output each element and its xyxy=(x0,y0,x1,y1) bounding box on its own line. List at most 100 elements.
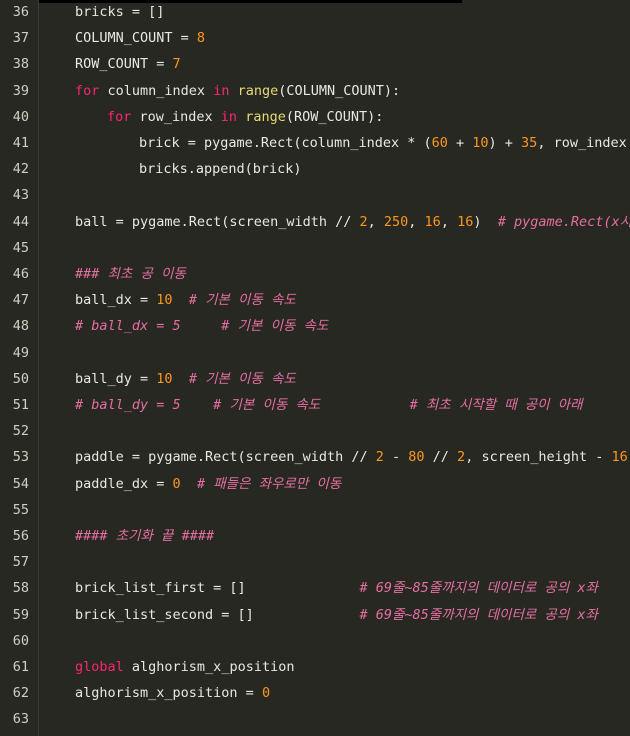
code-token: brick = pygame.Rect(column_index * ( xyxy=(139,135,432,151)
comment-token: # ball_dy = 5 # 기본 이동 속도 # 최초 시작할 때 공이 아… xyxy=(75,397,583,413)
builtin-token: range xyxy=(245,108,286,125)
code-text[interactable]: #### 초기화 끝 #### xyxy=(75,523,214,549)
code-text[interactable]: for row_index in range(ROW_COUNT): xyxy=(107,104,383,130)
code-token: ball_dy = xyxy=(75,370,157,387)
line-number: 60 xyxy=(12,632,29,649)
code-token: ball = pygame.Rect(screen_width // xyxy=(75,213,360,230)
code-text[interactable]: brick_list_first = [] # 69줄~85줄까지의 데이터로 … xyxy=(75,575,598,601)
code-token: brick_list_second = [] xyxy=(75,606,360,623)
code-text[interactable]: brick = pygame.Rect(column_index * (60 +… xyxy=(139,130,630,156)
number-token: 80 xyxy=(408,449,425,466)
code-line[interactable]: 57 xyxy=(0,549,630,575)
code-text[interactable]: ### 최초 공 이동 xyxy=(75,261,186,287)
code-token: , xyxy=(408,213,425,230)
comment-token: # 패들은 좌우로만 이동 xyxy=(196,475,342,492)
comment-token: ### 최초 공 이동 xyxy=(75,266,186,282)
code-line[interactable]: 39 for column_index in range(COLUMN_COUNT… xyxy=(0,78,630,104)
code-line[interactable]: 41 brick = pygame.Rect(column_index * (60… xyxy=(0,130,630,156)
code-text[interactable]: # ball_dx = 5 # 기본 이동 속도 xyxy=(75,313,328,339)
code-line[interactable]: 47 ball_dx = 10 # 기본 이동 속도 xyxy=(0,287,630,313)
comment-token: # ball_dx = 5 # 기본 이동 속도 xyxy=(75,318,329,335)
number-token: 10 xyxy=(472,135,489,151)
keyword-token: for xyxy=(107,108,132,125)
code-line[interactable]: 44 ball = pygame.Rect(screen_width // 2, … xyxy=(0,209,630,235)
line-number: 39 xyxy=(12,82,29,99)
line-number: 51 xyxy=(12,397,29,413)
code-line[interactable]: 38 ROW_COUNT = 7 xyxy=(0,51,630,77)
code-text[interactable]: paddle = pygame.Rect(screen_width // 2 -… xyxy=(75,444,630,470)
number-token: 35 xyxy=(521,135,538,151)
line-number: 61 xyxy=(12,659,29,675)
code-token: ball_dx = xyxy=(75,292,157,309)
line-number: 53 xyxy=(12,449,29,466)
code-line[interactable]: 46 ### 최초 공 이동 xyxy=(0,261,630,287)
code-line[interactable]: 52 xyxy=(0,418,630,444)
comment-token: # pygame.Rect(x시 xyxy=(497,213,630,230)
code-text[interactable]: alghorism_x_position = 0 xyxy=(75,680,270,706)
code-line[interactable]: 58 brick_list_first = [] # 69줄~85줄까지의 데이터… xyxy=(0,575,630,601)
code-text[interactable]: COLUMN_COUNT = 8 xyxy=(75,25,205,51)
code-line[interactable]: 36 bricks = [] xyxy=(0,0,630,25)
code-token: brick_list_first = [] xyxy=(75,580,360,597)
code-text[interactable]: brick_list_second = [] # 69줄~85줄까지의 데이터로… xyxy=(75,602,598,628)
code-token: , xyxy=(367,213,384,230)
comment-token: # 기본 이동 속도 xyxy=(188,292,296,309)
code-text[interactable]: global alghorism_x_position xyxy=(75,654,294,680)
code-token: ) xyxy=(473,213,498,230)
code-line[interactable]: 40 for row_index in range(ROW_COUNT): xyxy=(0,104,630,130)
code-line[interactable]: 49 xyxy=(0,340,630,366)
code-token: column_index xyxy=(99,82,214,99)
code-token: alghorism_x_position xyxy=(123,659,295,675)
code-line[interactable]: 50 ball_dy = 10 # 기본 이동 속도 xyxy=(0,366,630,392)
code-text[interactable]: bricks = [] xyxy=(75,0,164,25)
code-line[interactable]: 37 COLUMN_COUNT = 8 xyxy=(0,25,630,51)
code-line[interactable]: 60 xyxy=(0,628,630,654)
line-number: 59 xyxy=(12,606,29,623)
code-text[interactable]: for column_index in range(COLUMN_COUNT): xyxy=(75,78,400,104)
code-line[interactable]: 63 xyxy=(0,706,630,732)
code-text[interactable]: ball_dx = 10 # 기본 이동 속도 xyxy=(75,287,296,313)
keyword-token: global xyxy=(75,659,124,675)
code-line[interactable]: 48 # ball_dx = 5 # 기본 이동 속도 xyxy=(0,313,630,339)
code-token: bricks = [] xyxy=(75,4,165,20)
code-line[interactable]: 43 xyxy=(0,182,630,208)
code-line[interactable]: 61 global alghorism_x_position xyxy=(0,654,630,680)
code-editor[interactable]: 36 bricks = [] 37 COLUMN_COUNT = 8 38 ROW_COU… xyxy=(0,0,630,736)
number-token: 10 xyxy=(156,292,173,309)
line-number: 63 xyxy=(12,711,29,728)
line-number: 37 xyxy=(12,30,29,47)
code-token: paddle = pygame.Rect(screen_width // xyxy=(75,449,376,466)
code-text[interactable]: ball_dy = 10 # 기본 이동 속도 xyxy=(75,366,296,392)
code-text[interactable]: # ball_dy = 5 # 기본 이동 속도 # 최초 시작할 때 공이 아… xyxy=(75,392,583,418)
code-text[interactable]: ROW_COUNT = 7 xyxy=(75,51,181,77)
code-line[interactable]: 53 paddle = pygame.Rect(screen_width // 2… xyxy=(0,444,630,470)
code-text[interactable]: paddle_dx = 0 # 패들은 좌우로만 이동 xyxy=(75,471,341,497)
code-line[interactable]: 55 xyxy=(0,497,630,523)
keyword-token: for xyxy=(75,82,100,99)
line-number: 40 xyxy=(12,108,29,125)
code-token: COLUMN_COUNT = xyxy=(75,30,197,47)
code-line[interactable]: 45 xyxy=(0,235,630,261)
code-line[interactable]: 56 #### 초기화 끝 #### xyxy=(0,523,630,549)
line-number: 43 xyxy=(12,187,29,204)
code-token: row_index xyxy=(131,108,221,125)
keyword-token: in xyxy=(220,108,238,125)
comment-token: # 69줄~85줄까지의 데이터로 공의 x좌 xyxy=(359,606,598,623)
builtin-token: range xyxy=(237,82,279,99)
code-line[interactable]: 62 alghorism_x_position = 0 xyxy=(0,680,630,706)
code-text[interactable]: bricks.append(brick) xyxy=(139,156,302,182)
number-token: 2 xyxy=(359,213,368,230)
code-line[interactable]: 42 bricks.append(brick) xyxy=(0,156,630,182)
code-text[interactable]: ball = pygame.Rect(screen_width // 2, 25… xyxy=(75,209,630,235)
line-number: 46 xyxy=(12,266,29,282)
code-line[interactable]: 59 brick_list_second = [] # 69줄~85줄까지의 데이… xyxy=(0,602,630,628)
line-number: 62 xyxy=(12,685,29,702)
code-line[interactable]: 51 # ball_dy = 5 # 기본 이동 속도 # 최초 시작할 때 공이… xyxy=(0,392,630,418)
number-token: 10 xyxy=(156,370,173,387)
comment-token: # 기본 이동 속도 xyxy=(188,370,296,387)
line-number: 48 xyxy=(12,318,29,335)
code-token: , row_index * ( xyxy=(537,135,627,151)
code-line[interactable]: 54 paddle_dx = 0 # 패들은 좌우로만 이동 xyxy=(0,471,630,497)
